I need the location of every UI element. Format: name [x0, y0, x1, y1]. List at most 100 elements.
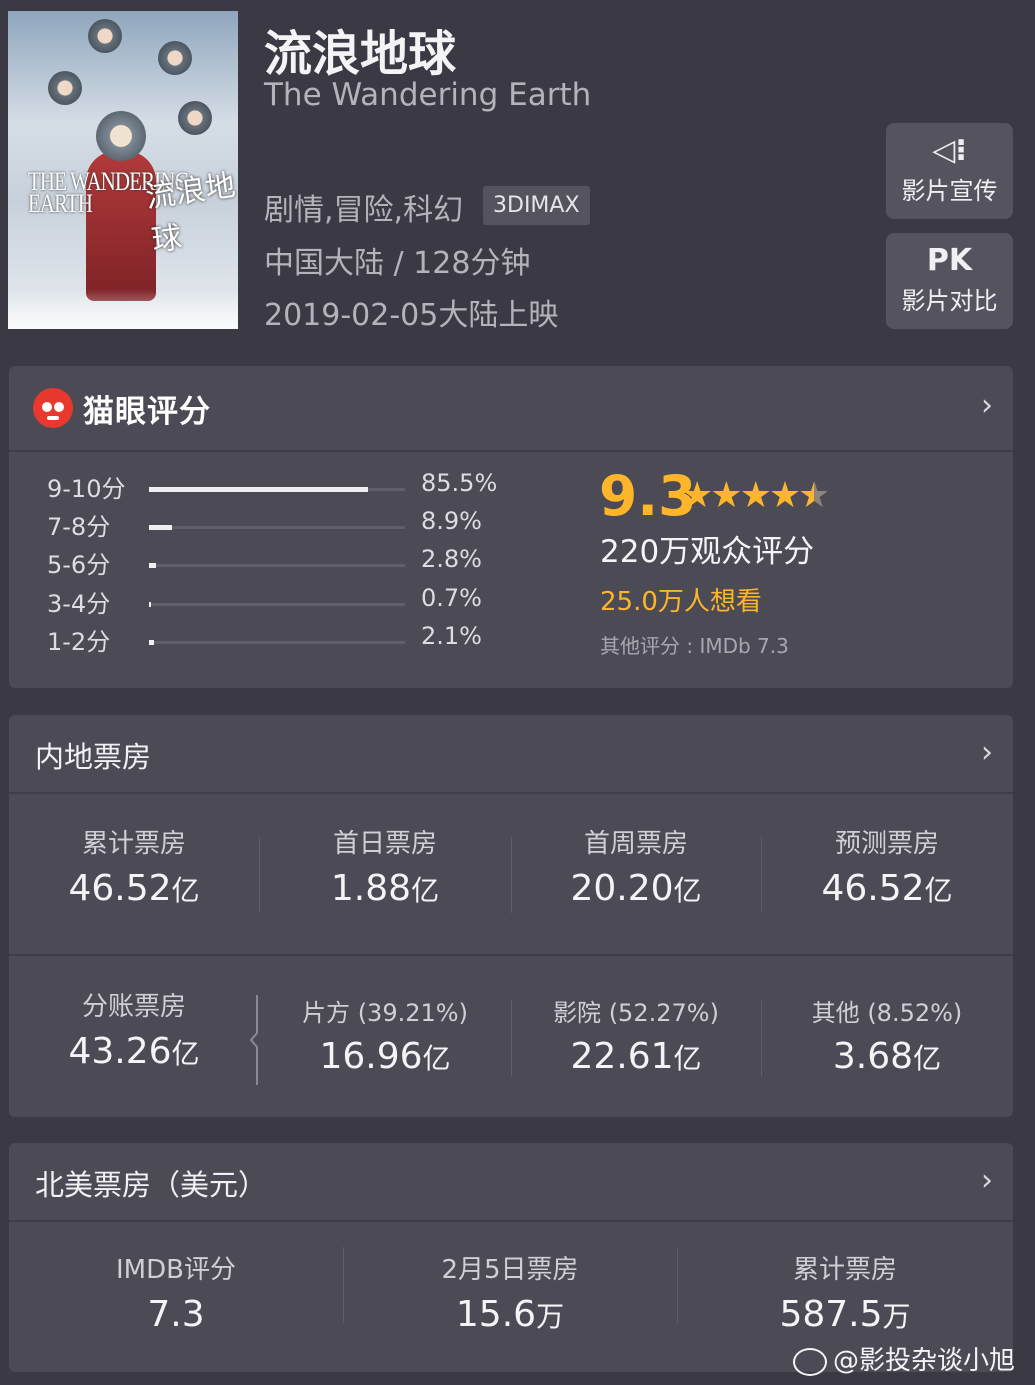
promo-button-label: 影片宣传	[901, 177, 998, 205]
rating-dist-pct: 2.8%	[421, 545, 482, 573]
stat-label: 累计票房	[81, 829, 186, 859]
stat-first-day: 首日票房 1.88亿	[259, 823, 511, 909]
stat-unit: 亿	[171, 874, 200, 907]
stat-value: 587.5	[779, 1294, 883, 1335]
mainland-boxoffice-card: 内地票房 › 累计票房 46.52亿 首日票房 1.88亿 首周票房 20.20…	[9, 715, 1013, 1117]
rating-dist-pct: 85.5%	[421, 469, 498, 497]
stat-feb5: 2月5日票房 15.6万	[343, 1249, 677, 1335]
rating-dist-bar	[149, 563, 157, 568]
rating-card: 猫眼评分 › 9-10分 85.5% 7-8分 8.9% 5-6分 2.8% 3-4分 0.7…	[9, 366, 1013, 688]
stat-other-share: 其他 (8.52%) 3.68亿	[761, 993, 1013, 1077]
other-ratings: 其他评分 : IMDb 7.3	[600, 634, 789, 658]
stat-cinema-share: 影院 (52.27%) 22.61亿	[511, 993, 761, 1077]
mainland-title: 内地票房	[35, 740, 152, 774]
mainland-header[interactable]: 内地票房 ›	[9, 715, 1013, 794]
stat-unit: 亿	[924, 874, 953, 907]
rating-brand-title: 猫眼评分	[83, 394, 211, 430]
compare-button[interactable]: PK 影片对比	[886, 233, 1013, 329]
maoyan-logo-icon	[33, 388, 73, 428]
poster-helmet	[96, 111, 146, 161]
rating-dist-track	[149, 640, 405, 645]
stat-unit: 万	[882, 1300, 911, 1333]
star-icon: ★	[681, 475, 713, 516]
movie-poster[interactable]: THE WANDERING EARTH 流浪地球	[8, 11, 238, 329]
rating-dist-bar	[149, 487, 368, 492]
rating-dist-label: 5-6分	[47, 551, 111, 579]
chevron-right-icon[interactable]: ›	[981, 388, 993, 423]
poster-astronaut	[88, 19, 122, 53]
want-to-see-count[interactable]: 25.0万人想看	[600, 581, 762, 618]
poster-footer	[8, 289, 238, 329]
stat-value: 3.68	[832, 1036, 914, 1077]
poster-title-cn: 流浪地球	[143, 168, 238, 259]
stat-producer-share: 片方 (39.21%) 16.96亿	[259, 993, 511, 1077]
northamerica-boxoffice-card: 北美票房（美元） › IMDB评分 7.3 2月5日票房 15.6万 累计票房 …	[9, 1143, 1013, 1372]
weibo-watermark: @影投杂谈小旭	[793, 1340, 1015, 1377]
stat-label: IMDB评分	[116, 1255, 236, 1285]
rating-dist-label: 1-2分	[47, 628, 111, 656]
weibo-icon	[793, 1347, 827, 1376]
star-icon: ★	[710, 475, 742, 516]
star-icon: ★	[768, 475, 801, 516]
stat-imdb: IMDB评分 7.3	[9, 1249, 343, 1335]
stat-value: 22.61	[570, 1036, 674, 1077]
stat-label: 首周票房	[583, 829, 688, 859]
movie-title-en: The Wandering Earth	[264, 77, 592, 113]
stat-value: 15.6	[455, 1294, 537, 1335]
rating-dist-pct: 8.9%	[421, 507, 482, 535]
stat-na-total: 累计票房 587.5万	[677, 1249, 1013, 1335]
movie-release-date: 2019-02-05大陆上映	[264, 298, 559, 333]
stat-value: 1.88	[330, 868, 412, 909]
stat-total: 累计票房 46.52亿	[9, 823, 259, 909]
stat-value: 16.96	[319, 1036, 423, 1077]
stat-label: 片方 (39.21%)	[302, 999, 468, 1027]
rating-dist-row: 1-2分 2.1%	[9, 622, 529, 660]
rating-dist-label: 3-4分	[47, 590, 111, 618]
rating-dist-row: 5-6分 2.8%	[9, 545, 529, 583]
stat-unit: 亿	[422, 1042, 451, 1075]
rating-dist-row: 9-10分 85.5%	[9, 469, 529, 507]
format-badge: 3DIMAX	[483, 186, 590, 225]
rating-dist-label: 9-10分	[47, 475, 126, 503]
stat-value: 7.3	[147, 1294, 205, 1335]
chevron-right-icon[interactable]: ›	[981, 1163, 993, 1198]
rating-dist-pct: 0.7%	[421, 584, 482, 612]
stat-label: 影院 (52.27%)	[553, 999, 719, 1027]
audience-count: 220万观众评分	[600, 534, 815, 570]
stat-label: 首日票房	[332, 829, 437, 859]
stat-label: 分账票房	[81, 992, 186, 1022]
stat-label: 2月5日票房	[441, 1255, 579, 1285]
stat-unit: 亿	[411, 874, 440, 907]
stat-value: 20.20	[570, 868, 674, 909]
movie-region-duration: 中国大陆 / 128分钟	[264, 246, 531, 281]
chevron-right-icon[interactable]: ›	[981, 735, 993, 770]
stat-label: 累计票房	[792, 1255, 897, 1285]
rating-card-header[interactable]: 猫眼评分 ›	[9, 366, 1013, 452]
stat-unit: 亿	[673, 874, 702, 907]
stat-label: 其他 (8.52%)	[811, 999, 963, 1027]
poster-astronaut	[48, 71, 82, 105]
stat-split-total: 分账票房 43.26亿	[9, 986, 259, 1072]
stat-unit: 亿	[673, 1042, 702, 1075]
poster-astronaut	[158, 41, 192, 75]
section-divider	[9, 954, 1013, 956]
stat-unit: 万	[536, 1300, 565, 1333]
speaker-icon: ◁⁝	[932, 133, 967, 168]
stat-unit: 亿	[171, 1037, 200, 1070]
rating-dist-track	[149, 525, 405, 530]
northamerica-header[interactable]: 北美票房（美元） ›	[9, 1143, 1013, 1222]
promo-button[interactable]: ◁⁝ 影片宣传	[886, 123, 1013, 219]
rating-dist-row: 7-8分 8.9%	[9, 507, 529, 545]
rating-dist-pct: 2.1%	[421, 622, 482, 650]
rating-dist-track	[149, 563, 405, 568]
movie-title: 流浪地球	[264, 26, 457, 82]
rating-dist-label: 7-8分	[47, 513, 111, 541]
rating-dist-row: 3-4分 0.7%	[9, 584, 529, 622]
rating-dist-track	[149, 487, 405, 492]
rating-dist-bar	[149, 525, 172, 530]
stat-value: 43.26	[68, 1031, 172, 1072]
stat-value: 46.52	[821, 868, 925, 909]
stat-value: 46.52	[68, 868, 172, 909]
stat-unit: 亿	[913, 1042, 942, 1075]
star-icon: ★	[739, 475, 772, 516]
